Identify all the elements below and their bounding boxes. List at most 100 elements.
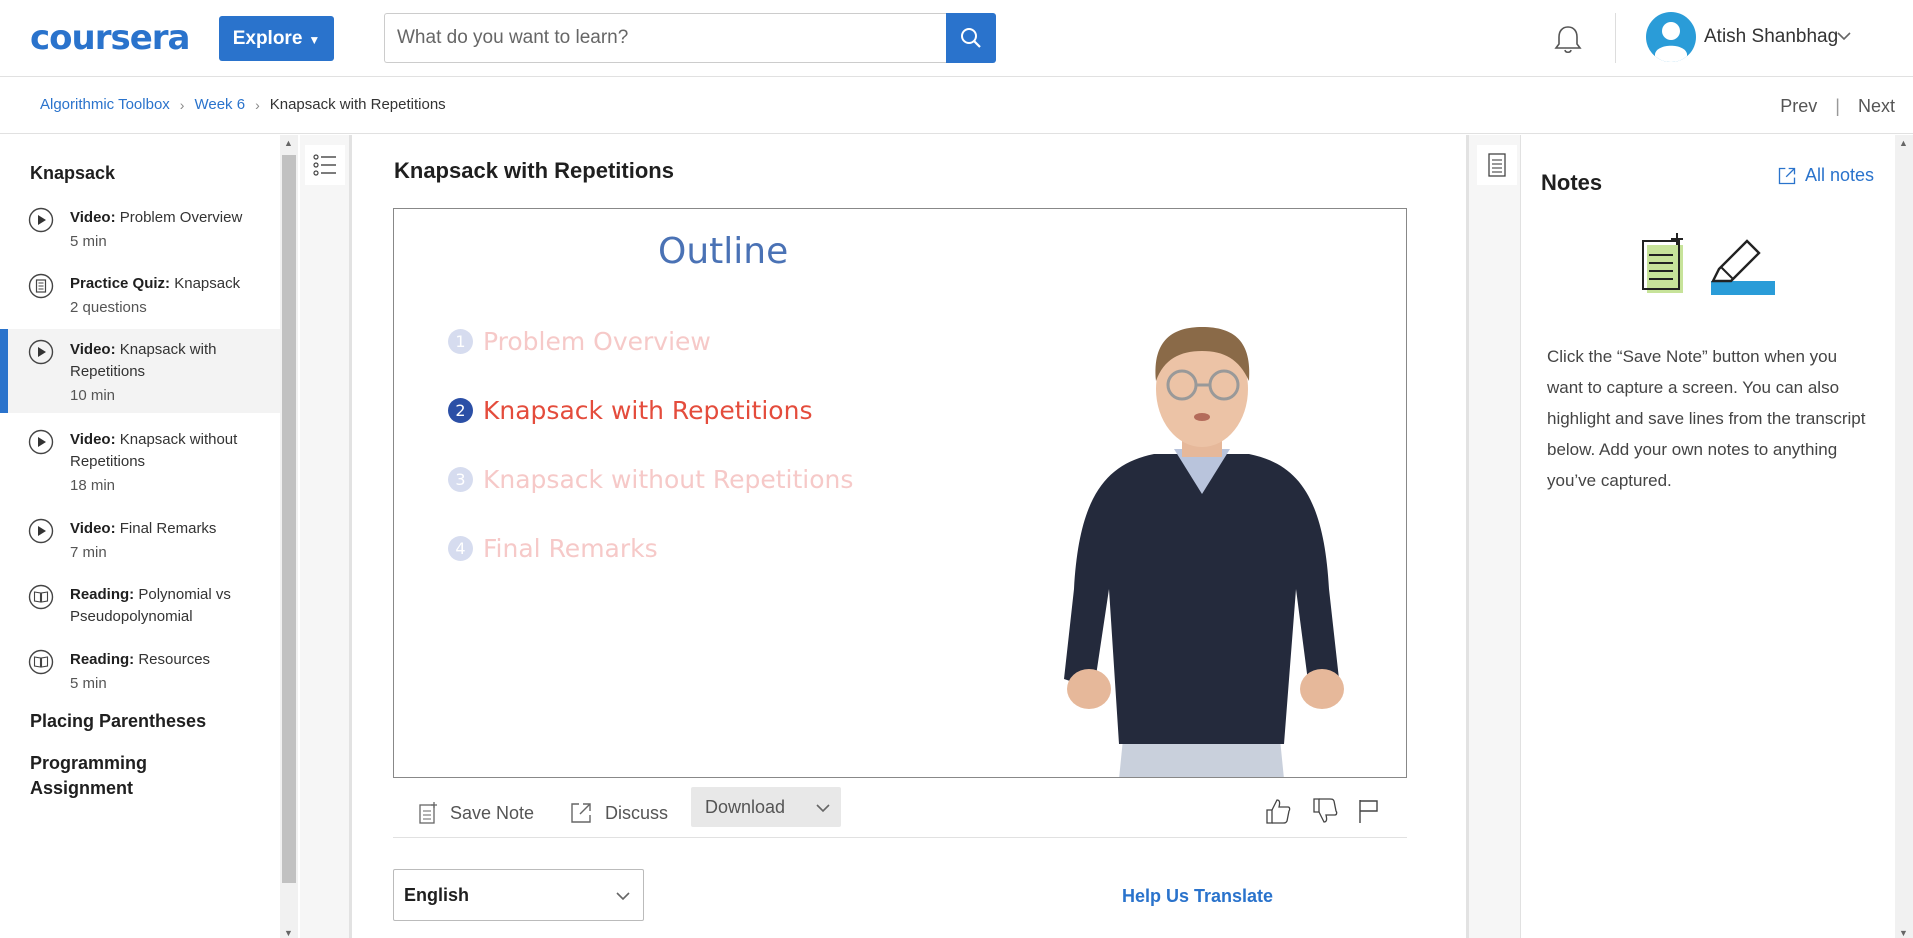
explore-label: Explore [232,27,303,49]
chevron-right-icon: › [179,96,185,113]
discuss-button[interactable]: Discuss [569,794,668,832]
chevron-down-icon[interactable] [1836,28,1852,44]
explore-button[interactable]: Explore ▼ [219,16,334,61]
search-icon [961,28,981,48]
page-title: Knapsack with Repetitions [394,158,674,183]
note-add-icon [419,802,437,824]
book-icon [28,584,54,610]
play-icon [28,518,54,544]
item-type: Video: [70,209,116,226]
book-icon [28,649,54,675]
sidebar-item-resources-reading[interactable]: Reading: Resources 5 min [0,647,280,707]
sidebar-item-polynomial-reading[interactable]: Reading: Polynomial vs Pseudopolynomial [0,582,280,632]
sidebar-collapse-strip [300,135,352,938]
slide-heading: Outline [658,231,789,272]
thumbs-down-icon[interactable] [1311,797,1339,825]
download-label: Download [705,796,786,817]
chevron-down-icon [616,892,630,901]
sidebar-item-text: Practice Quiz: Knapsack 2 questions [70,273,260,319]
item-title: Problem Overview [119,209,243,226]
play-icon [28,429,54,455]
breadcrumb-course[interactable]: Algorithmic Toolbox [40,96,170,113]
external-link-icon [571,803,591,823]
chevron-down-icon [816,804,830,813]
chevron-down-icon: ▼ [308,32,321,47]
sidebar-item-knapsack-with-repetitions[interactable]: Video: Knapsack with Repetitions 10 min [0,329,280,413]
prev-next-nav: Prev | Next [1780,96,1895,117]
top-header: coursera Explore ▼ What do you want to l… [0,0,1913,77]
item-type: Video: [70,341,116,358]
sidebar-item-text: Video: Knapsack with Repetitions 10 min [70,339,260,407]
external-link-icon [1778,167,1796,184]
breadcrumb-bar: Algorithmic Toolbox › Week 6 › Knapsack … [0,78,1913,134]
next-button[interactable]: Next [1858,96,1895,117]
outline-number: 4 [448,536,473,561]
item-type: Video: [70,431,116,448]
scroll-down-icon[interactable]: ▼ [1899,928,1908,938]
flag-icon[interactable] [1355,797,1383,825]
save-note-button[interactable]: Save Note [418,794,534,832]
sidebar-item-text: Reading: Polynomial vs Pseudopolynomial [70,584,260,628]
header-divider [1615,13,1616,63]
item-duration: 10 min [70,387,116,404]
notes-help-text: Click the “Save Note” button when you wa… [1547,347,1866,490]
language-select[interactable]: English [393,869,644,921]
outline-label: Problem Overview [483,327,711,356]
sidebar-item-practice-quiz[interactable]: Practice Quiz: Knapsack 2 questions [0,271,280,337]
thumbs-up-icon[interactable] [1264,797,1292,825]
video-player[interactable]: Outline 1 Problem Overview 2 Knapsack wi… [393,208,1407,778]
notes-title: Notes [1541,170,1603,195]
scroll-up-icon[interactable]: ▲ [1899,138,1908,148]
coursera-logo[interactable]: coursera [30,18,190,58]
list-icon [313,154,336,176]
sidebar-scrollbar[interactable]: ▲ ▼ [280,135,298,938]
module-title[interactable]: Knapsack [30,163,115,184]
item-title: Knapsack [174,275,241,292]
sidebar-item-text: Video: Final Remarks 7 min [70,518,260,564]
search-input[interactable]: What do you want to learn? [384,13,947,63]
outline-number: 1 [448,329,473,354]
video-toolbar: Save Note Discuss Download [393,786,1407,838]
language-value: English [404,884,470,905]
avatar[interactable] [1646,12,1696,62]
notification-bell-icon[interactable] [1550,22,1586,58]
item-duration: 5 min [70,233,107,250]
item-type: Reading: [70,586,135,603]
item-duration: 18 min [70,477,116,494]
module-placing-parentheses[interactable]: Placing Parentheses [30,711,206,732]
user-icon [1655,22,1687,62]
nav-separator: | [1835,96,1840,116]
play-icon [28,339,54,365]
sidebar-item-problem-overview[interactable]: Video: Problem Overview 5 min [0,205,280,269]
sidebar-item-knapsack-without-repetitions[interactable]: Video: Knapsack without Repetitions 18 m… [0,427,280,509]
breadcrumb-week[interactable]: Week 6 [194,96,245,113]
notes-scrollbar[interactable]: ▲ ▼ [1895,135,1913,938]
outline-item-2: 2 Knapsack with Repetitions [448,396,812,425]
scroll-up-icon[interactable]: ▲ [284,138,293,148]
outline-label: Final Remarks [483,534,658,563]
document-icon [1488,153,1506,177]
outline-label: Knapsack with Repetitions [483,396,813,425]
quiz-icon [28,273,54,299]
prev-button[interactable]: Prev [1780,96,1817,117]
breadcrumb-current: Knapsack with Repetitions [269,96,446,113]
item-duration: 5 min [70,675,107,692]
toggle-notes-button[interactable] [1477,145,1517,185]
module-programming-assignment[interactable]: Programming Assignment [30,751,180,801]
outline-number: 3 [448,467,473,492]
all-notes-link[interactable]: All notes [1777,165,1874,186]
user-name[interactable]: Atish Shanbhag [1704,26,1838,48]
sidebar-item-final-remarks[interactable]: Video: Final Remarks 7 min [0,516,280,576]
sidebar-item-text: Video: Knapsack without Repetitions 18 m… [70,429,260,497]
scrollbar-thumb[interactable] [282,155,296,883]
notes-illustration [1642,233,1775,295]
scroll-down-icon[interactable]: ▼ [284,928,293,938]
toggle-sidebar-button[interactable] [305,145,345,185]
search-button[interactable] [946,13,996,63]
sidebar-item-text: Reading: Resources 5 min [70,649,260,695]
download-dropdown[interactable]: Download [691,787,841,827]
save-note-label: Save Note [450,802,535,823]
outline-item-4: 4 Final Remarks [448,534,658,563]
chevron-right-icon: › [255,96,260,113]
help-translate-link[interactable]: Help Us Translate [1122,886,1273,907]
